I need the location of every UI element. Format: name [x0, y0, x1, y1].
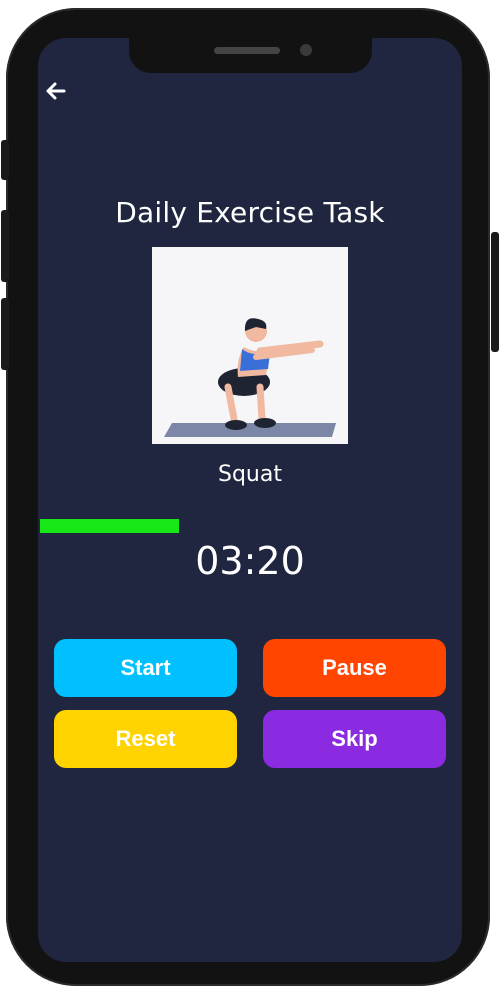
- start-button-label: Start: [120, 655, 171, 680]
- progress-bar-fill: [40, 519, 180, 533]
- start-button[interactable]: Start: [54, 639, 237, 697]
- phone-volume-down-button: [1, 298, 9, 370]
- app-screen: [38, 38, 462, 962]
- arrow-left-icon: [46, 82, 66, 100]
- front-camera: [300, 44, 312, 56]
- back-button[interactable]: [42, 77, 70, 105]
- page-title: Daily Exercise Task: [115, 196, 385, 229]
- reset-button-label: Reset: [115, 726, 176, 751]
- pause-button[interactable]: Pause: [263, 639, 446, 697]
- reset-button[interactable]: Reset: [54, 710, 237, 768]
- squat-illustration: [164, 318, 336, 437]
- phone-silent-switch: [1, 140, 9, 180]
- phone-power-button: [491, 232, 499, 352]
- countdown-timer: 03:20: [195, 539, 305, 583]
- phone-speaker: [214, 47, 280, 54]
- yoga-mat: [164, 423, 336, 437]
- exercise-name: Squat: [218, 462, 282, 487]
- exercise-image: [152, 247, 348, 444]
- progress-bar: [40, 519, 462, 533]
- pause-button-label: Pause: [322, 655, 387, 680]
- skip-button-label: Skip: [331, 726, 378, 751]
- skip-button[interactable]: Skip: [263, 710, 446, 768]
- phone-notch: [129, 37, 372, 73]
